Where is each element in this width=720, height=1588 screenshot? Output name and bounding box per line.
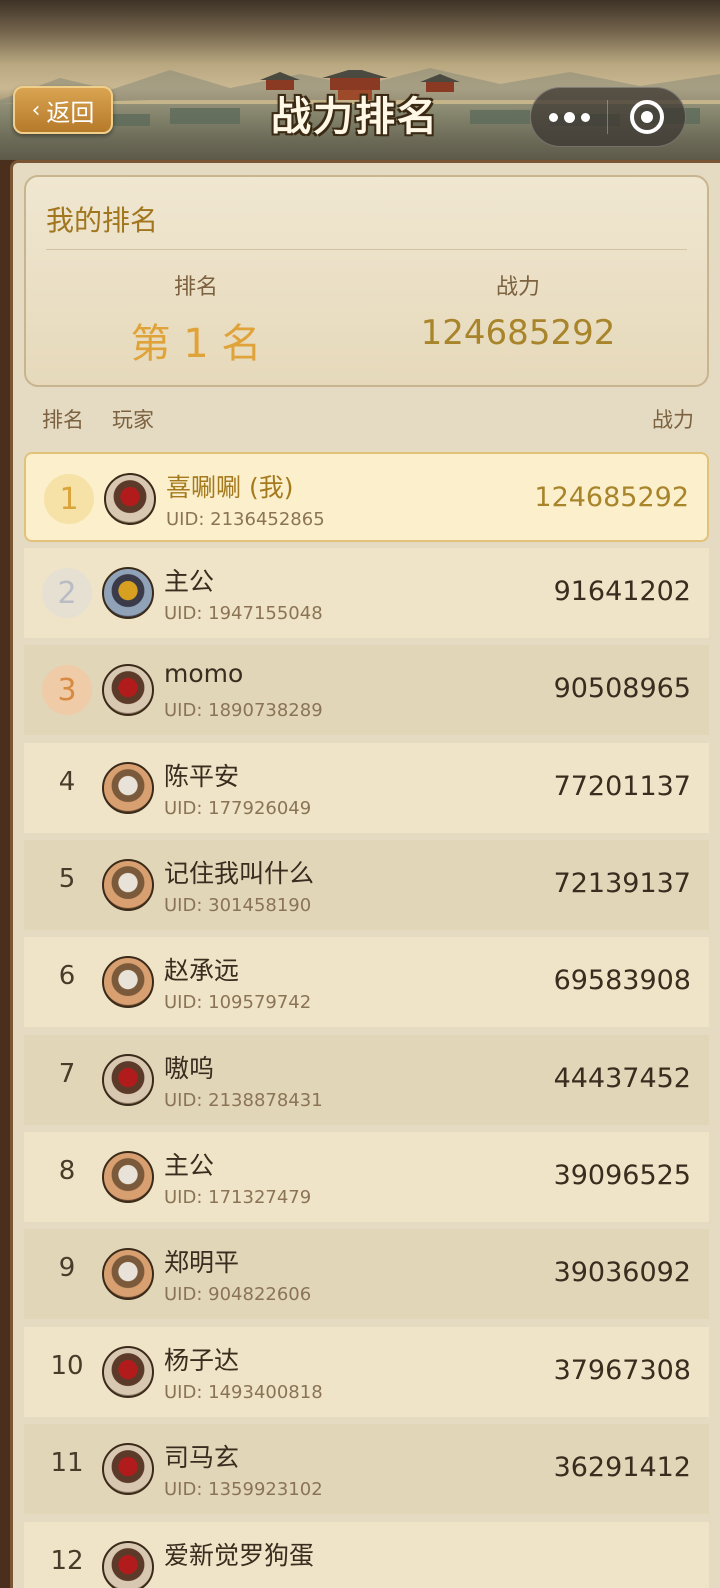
player-uid: UID: 1890738289 (164, 700, 323, 721)
rank-number: 6 (58, 961, 76, 991)
ranking-row[interactable]: 7 嗷呜 UID: 2138878431 44437452 (24, 1035, 709, 1125)
rank-number: 7 (58, 1059, 76, 1089)
avatar (102, 1248, 154, 1300)
my-rank-card: 我的排名 排名 第 1 名 战力 124685292 (24, 175, 709, 387)
ranking-row[interactable]: 5 记住我叫什么 UID: 301458190 72139137 (24, 840, 709, 930)
more-options-button[interactable] (531, 88, 607, 146)
player-name: 记住我叫什么 (164, 859, 315, 888)
my-power-value: 124685292 (420, 313, 616, 353)
rank-number: 9 (58, 1253, 76, 1283)
ranking-row[interactable]: 4 陈平安 UID: 177926049 77201137 (24, 743, 709, 833)
player-power: 91641202 (553, 576, 691, 607)
column-header-player: 玩家 (112, 408, 154, 432)
target-close-icon (629, 100, 664, 134)
ranking-row[interactable]: 8 主公 UID: 171327479 39096525 (24, 1132, 709, 1222)
avatar (102, 1151, 154, 1203)
rank-label: 排名 (173, 275, 218, 300)
close-program-button[interactable] (608, 88, 685, 146)
player-power: 37967308 (553, 1355, 691, 1386)
player-name: 喜唰唰 (我) (166, 473, 294, 502)
avatar (102, 859, 154, 911)
dot-icon (563, 111, 575, 123)
ranking-row[interactable]: 2 主公 UID: 1947155048 91641202 (24, 548, 709, 638)
my-power-column: 战力 124685292 (358, 269, 678, 353)
rank-number: 8 (58, 1156, 76, 1186)
player-name: 司马玄 (164, 1443, 240, 1472)
rank-medal-badge: 2 (42, 568, 92, 618)
column-header-power: 战力 (652, 408, 694, 432)
dot-icon (580, 112, 590, 122)
rank-number: 11 (50, 1448, 84, 1478)
column-header-rank: 排名 (42, 408, 84, 432)
player-name: 赵承远 (164, 956, 240, 985)
power-label: 战力 (495, 275, 540, 300)
player-uid: UID: 171327479 (164, 1187, 312, 1208)
avatar (102, 567, 154, 619)
avatar (102, 762, 154, 814)
ranking-row[interactable]: 6 赵承远 UID: 109579742 69583908 (24, 937, 709, 1027)
rank-number: 4 (58, 767, 76, 797)
player-uid: UID: 1947155048 (164, 603, 323, 624)
player-power: 124685292 (534, 482, 689, 513)
avatar (102, 1054, 154, 1106)
player-power: 39036092 (553, 1257, 691, 1288)
player-name: momo (164, 659, 244, 688)
ranking-row[interactable]: 12 爱新觉罗狗蛋 (24, 1522, 709, 1588)
player-power: 39096525 (553, 1160, 691, 1191)
avatar (102, 1346, 154, 1398)
player-uid: UID: 109579742 (164, 992, 312, 1013)
player-uid: UID: 1493400818 (164, 1382, 323, 1403)
my-rank-column: 排名 第 1 名 (36, 269, 356, 369)
player-name: 嗷呜 (164, 1054, 215, 1083)
ranking-row[interactable]: 9 郑明平 UID: 904822606 39036092 (24, 1229, 709, 1319)
player-power: 90508965 (553, 673, 691, 704)
my-rank-value: 第 1 名 (130, 321, 262, 367)
avatar (102, 664, 154, 716)
player-power: 36291412 (553, 1452, 691, 1483)
my-rank-title: 我的排名 (46, 204, 159, 237)
player-uid: UID: 177926049 (164, 798, 312, 819)
player-power: 72139137 (553, 868, 691, 899)
list-header: 排名 玩家 战力 (24, 404, 694, 434)
player-name: 杨子达 (164, 1346, 240, 1375)
player-power: 44437452 (553, 1063, 691, 1094)
player-name: 爱新觉罗狗蛋 (164, 1541, 315, 1570)
ranking-row[interactable]: 11 司马玄 UID: 1359923102 36291412 (24, 1424, 709, 1514)
ranking-row[interactable]: 10 杨子达 UID: 1493400818 37967308 (24, 1327, 709, 1417)
avatar (104, 473, 156, 525)
divider (46, 249, 687, 250)
player-name: 郑明平 (164, 1248, 240, 1277)
player-uid: UID: 904822606 (164, 1284, 312, 1305)
ranking-row[interactable]: 3 momo UID: 1890738289 90508965 (24, 645, 709, 735)
player-name: 主公 (164, 1151, 215, 1180)
header-banner: ‹ 返回 战力排名 (0, 0, 720, 160)
player-uid: UID: 2138878431 (164, 1090, 323, 1111)
rank-medal-badge: 1 (44, 474, 94, 524)
rank-number: 10 (50, 1351, 84, 1381)
player-uid: UID: 1359923102 (164, 1479, 323, 1500)
player-power: 69583908 (553, 965, 691, 996)
avatar (102, 1541, 154, 1588)
rank-medal-badge: 3 (42, 665, 92, 715)
mini-program-capsule (530, 87, 686, 147)
rank-number: 12 (50, 1546, 84, 1576)
rank-number: 5 (58, 864, 76, 894)
player-name: 陈平安 (164, 762, 240, 791)
player-name: 主公 (164, 567, 215, 596)
avatar (102, 956, 154, 1008)
player-uid: UID: 301458190 (164, 895, 312, 916)
avatar (102, 1443, 154, 1495)
ranking-row[interactable]: 1 喜唰唰 (我) UID: 2136452865 124685292 (24, 452, 709, 542)
player-power: 77201137 (553, 771, 691, 802)
player-uid: UID: 2136452865 (166, 509, 325, 530)
dot-icon (548, 112, 558, 122)
